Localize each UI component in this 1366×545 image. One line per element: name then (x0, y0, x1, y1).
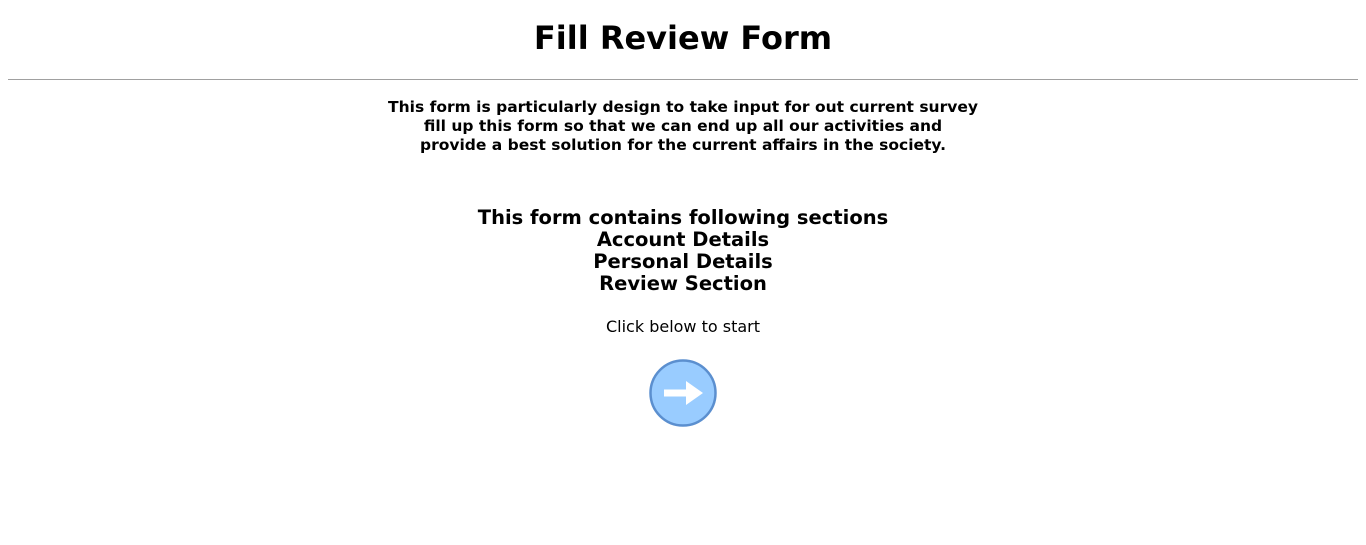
intro-paragraph: This form is particularly design to take… (0, 98, 1366, 155)
sections-list: This form contains following sections Ac… (0, 207, 1366, 295)
section-item-review-section: Review Section (599, 272, 767, 295)
title-divider (8, 79, 1358, 80)
section-item-personal-details: Personal Details (593, 250, 773, 273)
intro-line-3: provide a best solution for the current … (420, 136, 946, 154)
intro-line-2: fill up this form so that we can end up … (423, 117, 943, 135)
intro-line-1: This form is particularly design to take… (388, 98, 978, 116)
arrow-right-icon (649, 359, 717, 427)
section-item-account-details: Account Details (596, 228, 770, 251)
start-button[interactable] (649, 359, 717, 427)
review-form-landing-page: Fill Review Form This form is particular… (0, 0, 1366, 545)
sections-heading: This form contains following sections (477, 206, 889, 229)
start-prompt: Click below to start (605, 317, 761, 336)
page-title: Fill Review Form (533, 19, 833, 57)
